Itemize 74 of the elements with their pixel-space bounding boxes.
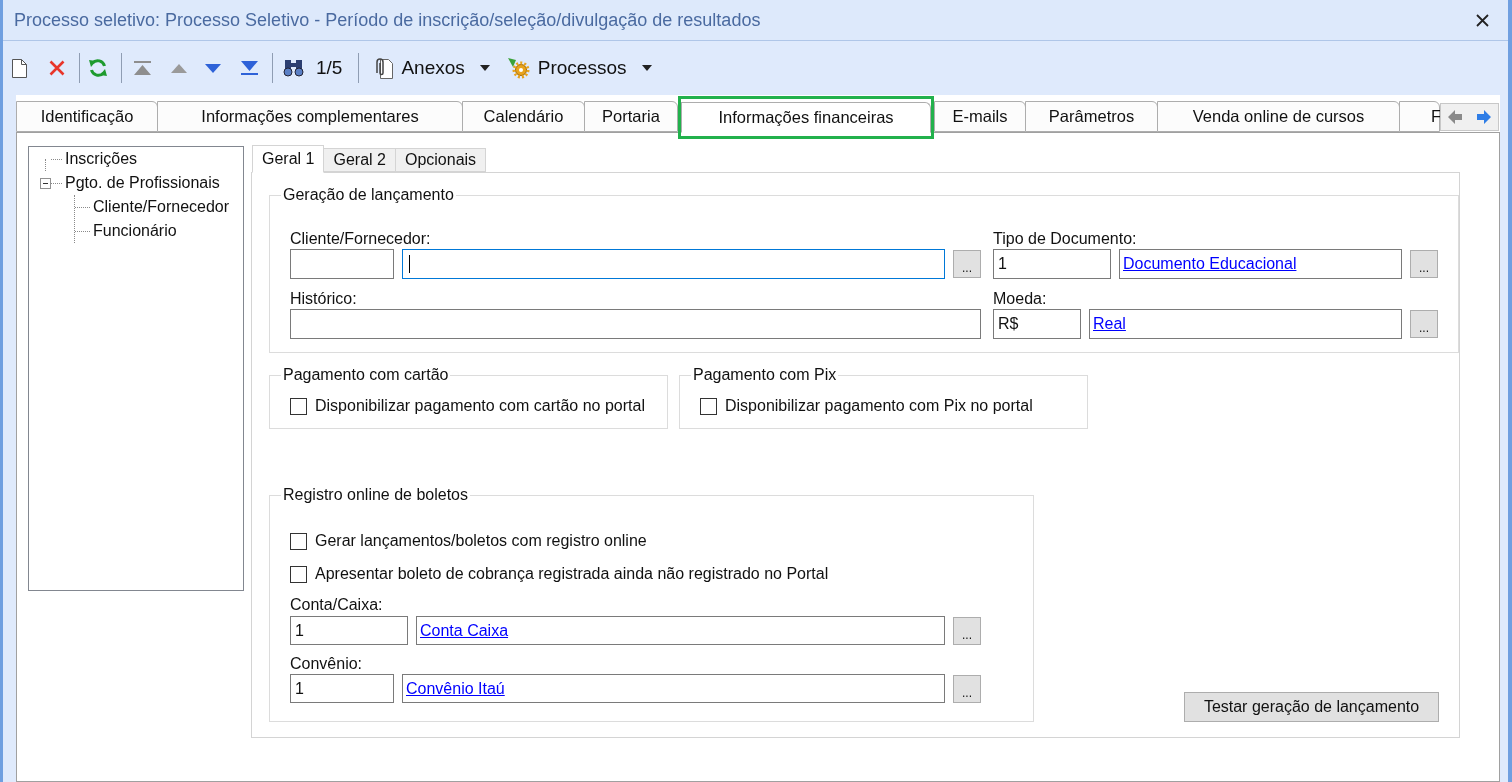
browse-button[interactable]: ... (953, 616, 981, 645)
field-label: Convênio: (290, 654, 363, 673)
code-field[interactable] (290, 249, 394, 279)
tab[interactable]: F (1399, 101, 1440, 132)
checkbox-label: Disponibilizar pagamento com cartão no portal (315, 396, 645, 416)
refresh-icon[interactable] (88, 58, 108, 78)
text-field[interactable] (290, 309, 981, 339)
tree-item[interactable]: Cliente/Fornecedor (93, 195, 230, 219)
field-label: Histórico: (290, 289, 357, 308)
down-triangle-icon[interactable] (205, 63, 221, 73)
checkbox[interactable] (290, 565, 307, 583)
description-field[interactable] (402, 249, 945, 279)
description-link[interactable]: Conta Caixa (420, 618, 509, 643)
checkbox[interactable] (290, 532, 307, 550)
left-arrow-icon[interactable] (1448, 110, 1463, 124)
right-arrow-icon[interactable] (1476, 110, 1491, 124)
field-label: Conta/Caixa: (290, 595, 383, 614)
description-link[interactable]: Convênio Itaú (406, 676, 505, 701)
tree-item[interactable]: Inscrições (65, 147, 138, 171)
tab[interactable]: Portaria (584, 101, 678, 132)
menu-button[interactable]: Processos (506, 53, 652, 83)
window-title: Processo seletivo: Processo Seletivo - Período de inscrição/seleção/divulgação de resultados (14, 8, 761, 32)
group-title: Geração de lançamento (282, 186, 455, 204)
code-field[interactable]: 1 (290, 616, 408, 645)
browse-button[interactable]: ... (1410, 310, 1438, 338)
record-counter: 1/5 (316, 55, 343, 80)
description-link[interactable]: Documento Educacional (1123, 252, 1297, 276)
code-field[interactable]: 1 (290, 674, 394, 703)
tab[interactable]: Opcionais (394, 148, 487, 172)
description-field[interactable]: Conta Caixa (416, 616, 945, 645)
checkbox[interactable] (700, 397, 717, 415)
group-title: Pagamento com cartão (282, 366, 450, 384)
field-label: Tipo de Documento: (993, 229, 1137, 248)
tab[interactable]: Identificação (16, 101, 158, 132)
browse-button[interactable]: ... (1410, 250, 1438, 278)
field-label: Cliente/Fornecedor: (290, 229, 431, 248)
code-field[interactable]: 1 (993, 249, 1111, 279)
group-title: Pagamento com Pix (692, 366, 838, 384)
checkbox[interactable] (290, 397, 307, 415)
tab[interactable]: Calendário (462, 101, 585, 132)
to-bottom-icon[interactable] (241, 61, 258, 75)
description-link[interactable]: Real (1093, 312, 1126, 336)
caret-icon (641, 65, 652, 71)
text-cursor-icon (409, 255, 410, 273)
group-title: Registro online de boletos (282, 486, 469, 504)
tab[interactable]: Geral 2 (323, 148, 396, 172)
test-button[interactable]: Testar geração de lançamento (1184, 692, 1439, 722)
tab[interactable]: Informações complementares (157, 101, 463, 132)
binoculars-icon[interactable] (283, 59, 304, 77)
cross-icon[interactable] (49, 60, 65, 76)
menu-button[interactable]: Anexos (372, 53, 490, 83)
checkbox-label: Disponibilizar pagamento com Pix no portal (725, 396, 1033, 416)
caret-icon (479, 65, 490, 71)
browse-button[interactable]: ... (953, 250, 981, 278)
gears-icon (506, 57, 531, 79)
description-field[interactable]: Documento Educacional (1119, 249, 1402, 279)
close-icon[interactable] (1476, 13, 1489, 27)
tab[interactable]: Venda online de cursos (1157, 101, 1400, 132)
tree-item[interactable]: Pgto. de Profissionais (65, 171, 220, 195)
checkbox-label: Gerar lançamentos/boletos com registro online (315, 531, 647, 551)
field-label: Moeda: (993, 289, 1047, 308)
browse-button[interactable]: ... (953, 674, 981, 703)
description-field[interactable]: Convênio Itaú (402, 674, 945, 703)
new-document-icon[interactable] (12, 58, 27, 78)
description-field[interactable]: Real (1089, 309, 1402, 339)
checkbox-label: Apresentar boleto de cobrança registrada ainda não registrado no Portal (315, 564, 829, 584)
tree-item[interactable]: Funcionário (93, 219, 177, 243)
code-field[interactable]: R$ (993, 309, 1081, 339)
tab[interactable]: Parâmetros (1025, 101, 1158, 132)
minus-box-icon[interactable] (40, 177, 51, 189)
to-top-icon[interactable] (134, 61, 151, 75)
tab[interactable]: Geral 1 (252, 145, 325, 173)
up-triangle-icon[interactable] (171, 63, 187, 73)
tab[interactable]: E-mails (934, 101, 1026, 132)
